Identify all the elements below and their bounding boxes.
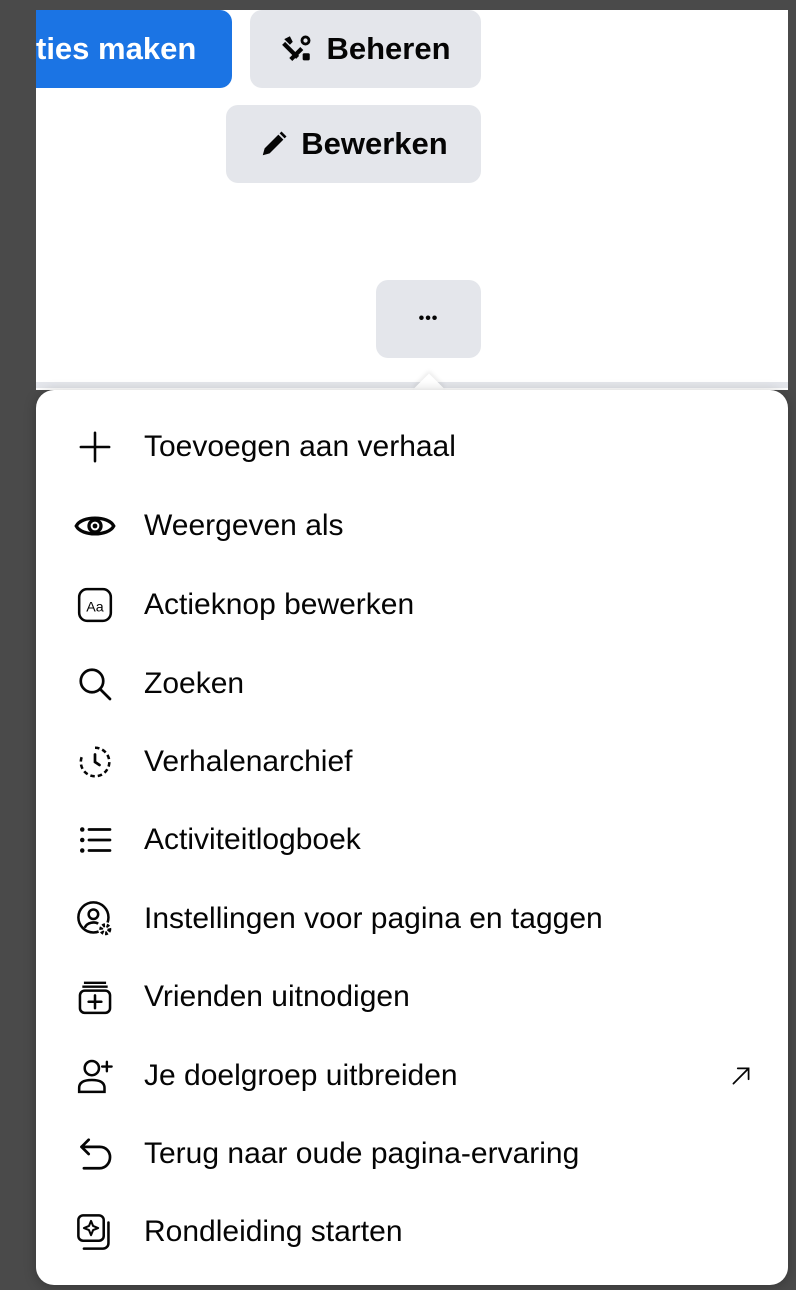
edit-button[interactable]: Bewerken — [226, 105, 481, 183]
menu-item-page-tagging-settings[interactable]: Instellingen voor pagina en taggen — [36, 884, 788, 954]
menu-item-expand-audience[interactable]: Je doelgroep uitbreiden — [36, 1041, 788, 1111]
plus-icon — [72, 424, 118, 470]
menu-item-story-archive[interactable]: Verhalenarchief — [36, 727, 788, 797]
edit-button-label: Bewerken — [301, 126, 448, 161]
search-icon — [72, 661, 118, 707]
more-dots-icon: ••• — [418, 310, 439, 327]
undo-icon — [72, 1131, 118, 1177]
person-gear-icon — [72, 896, 118, 942]
menu-item-label: Activiteitlogboek — [144, 823, 361, 856]
menu-item-label: Rondleiding starten — [144, 1215, 403, 1248]
create-button[interactable]: ties maken — [36, 10, 232, 88]
manage-button-label: Beheren — [326, 31, 451, 66]
menu-item-edit-action-button[interactable]: Aa Actieknop bewerken — [36, 570, 788, 640]
manage-button[interactable]: Beheren — [250, 10, 481, 88]
menu-item-label: Verhalenarchief — [144, 745, 353, 778]
menu-item-label: Actieknop bewerken — [144, 588, 415, 621]
text-aa-icon: Aa — [72, 582, 118, 628]
menu-item-label: Toevoegen aan verhaal — [144, 430, 456, 463]
menu-item-search[interactable]: Zoeken — [36, 649, 788, 719]
eye-icon — [72, 503, 118, 549]
more-options-button[interactable]: ••• — [376, 280, 481, 358]
dropdown-menu: Toevoegen aan verhaal Weergeven als Aa A… — [36, 390, 788, 1285]
menu-item-old-page-experience[interactable]: Terug naar oude pagina-ervaring — [36, 1119, 788, 1189]
archive-clock-icon — [72, 739, 118, 785]
menu-item-activity-log[interactable]: Activiteitlogboek — [36, 805, 788, 875]
menu-item-label: Zoeken — [144, 667, 245, 700]
divider — [36, 382, 788, 388]
svg-text:Aa: Aa — [86, 599, 104, 615]
tour-icon — [72, 1209, 118, 1255]
invite-box-icon — [72, 974, 118, 1020]
menu-item-start-tour[interactable]: Rondleiding starten — [36, 1197, 788, 1267]
menu-item-view-as[interactable]: Weergeven als — [36, 491, 788, 561]
menu-item-label: Vrienden uitnodigen — [144, 980, 410, 1013]
menu-item-add-to-story[interactable]: Toevoegen aan verhaal — [36, 412, 788, 482]
add-person-icon — [72, 1053, 118, 1099]
tools-icon — [280, 32, 314, 66]
menu-item-label: Instellingen voor pagina en taggen — [144, 902, 603, 935]
create-button-label: ties maken — [36, 31, 197, 66]
menu-item-invite-friends[interactable]: Vrienden uitnodigen — [36, 962, 788, 1032]
menu-item-label: Je doelgroep uitbreiden — [144, 1059, 458, 1092]
list-icon — [72, 817, 118, 863]
external-link-icon — [728, 1063, 754, 1089]
pencil-icon — [259, 129, 289, 159]
menu-item-label: Weergeven als — [144, 509, 344, 542]
menu-item-label: Terug naar oude pagina-ervaring — [144, 1137, 580, 1170]
